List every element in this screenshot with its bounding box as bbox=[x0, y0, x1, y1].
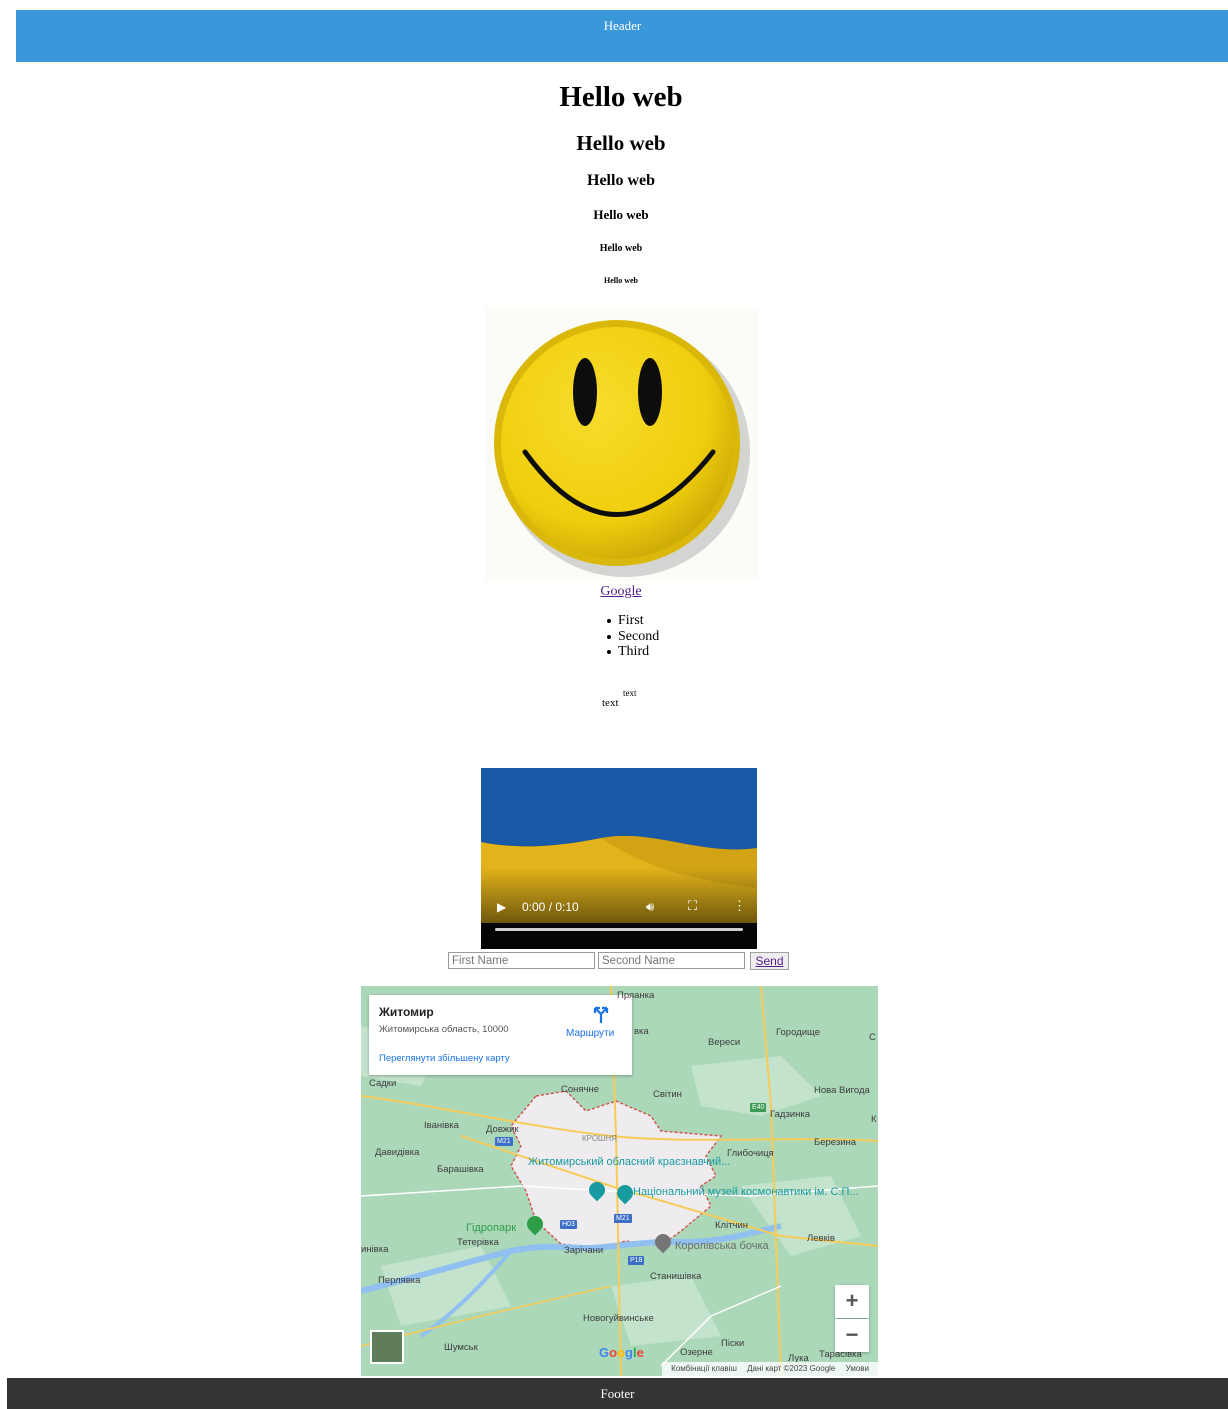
list-item: Third bbox=[605, 644, 659, 660]
map-label-klitchyn: Клітчин bbox=[715, 1220, 749, 1231]
map-label-davydivka: Давидівка bbox=[375, 1147, 420, 1158]
road-sign-h03: H03 bbox=[560, 1220, 577, 1229]
zoom-out-button[interactable]: − bbox=[835, 1319, 869, 1352]
video-time: 0:00 / 0:10 bbox=[522, 900, 579, 914]
map-label-sadky: Садки bbox=[369, 1078, 397, 1089]
road-sign-m21: M21 bbox=[495, 1137, 513, 1146]
place-address: Житомирська область, 10000 bbox=[379, 1024, 509, 1035]
map-label-perliavka: Перлявка bbox=[378, 1275, 421, 1286]
terms-link[interactable]: Умови bbox=[846, 1364, 869, 1373]
map-info-card: Житомир Житомирська область, 10000 Перег… bbox=[369, 995, 632, 1075]
map-label-pryanka: Пряанка bbox=[617, 990, 655, 1001]
heading-6: Hello web bbox=[604, 276, 638, 285]
google-link[interactable]: Google bbox=[600, 584, 641, 599]
map-label-levkiv: Левків bbox=[807, 1233, 835, 1244]
bullet-list: First Second Third bbox=[605, 613, 659, 660]
poi-park[interactable]: Гідропарк bbox=[466, 1223, 516, 1234]
first-name-field[interactable] bbox=[448, 952, 595, 969]
road-sign-e40: E40 bbox=[750, 1103, 767, 1112]
map-label-hadzynka: Гадзинка bbox=[770, 1109, 810, 1120]
map-label-berezyna: Березина bbox=[814, 1137, 857, 1148]
base-text: text bbox=[602, 697, 619, 709]
road-sign-m21: M21 bbox=[614, 1214, 632, 1223]
map-label-ozerne: Озерне bbox=[680, 1347, 713, 1358]
poi-brewery[interactable]: Королівська бочка bbox=[675, 1241, 769, 1252]
larger-map-link[interactable]: Переглянути збільшену карту bbox=[379, 1053, 510, 1064]
map-label-teterivka: Тетерівка bbox=[457, 1237, 499, 1248]
map-label-kroshnia: КРОШНЯ bbox=[582, 1134, 617, 1143]
map-label-dovzhyk: Довжик bbox=[486, 1124, 519, 1135]
fullscreen-icon[interactable]: ⛶ bbox=[688, 898, 697, 914]
directions-icon[interactable] bbox=[591, 1005, 611, 1023]
map-label-pisky: Піски bbox=[721, 1338, 745, 1349]
map-label-k: К bbox=[871, 1114, 877, 1125]
map-label-shumsk: Шумськ bbox=[444, 1342, 478, 1353]
map-label-vka: вка bbox=[634, 1026, 649, 1037]
poi-space-museum[interactable]: Національний музей космонавтики ім. С.П.… bbox=[633, 1187, 859, 1198]
map-label-ynivka: инівка bbox=[361, 1244, 389, 1255]
satellite-toggle[interactable] bbox=[370, 1330, 404, 1364]
heading-5: Hello web bbox=[599, 243, 643, 254]
list-item: First bbox=[605, 613, 659, 629]
road-sign-p18: P18 bbox=[628, 1256, 645, 1265]
map-label-ivanivka: Іванівка bbox=[424, 1120, 459, 1131]
map-embed[interactable]: Житомир Житомирська область, 10000 Перег… bbox=[361, 986, 878, 1376]
smiley-image bbox=[485, 307, 759, 581]
page-footer: Footer bbox=[7, 1378, 1228, 1409]
send-button[interactable]: Send bbox=[750, 952, 789, 970]
video-player[interactable] bbox=[481, 768, 757, 949]
heading-2: Hello web bbox=[576, 131, 666, 155]
directions-label[interactable]: Маршрути bbox=[566, 1028, 614, 1039]
map-label-soniachne: Сонячне bbox=[561, 1084, 600, 1095]
heading-1: Hello web bbox=[559, 81, 683, 113]
map-label-veresy: Вереси bbox=[708, 1037, 741, 1048]
map-label-barashivka: Барашівка bbox=[437, 1164, 484, 1175]
map-label-nova-vyhoda: Нова Вигода bbox=[814, 1085, 870, 1096]
map-label-horodyshche: Городище bbox=[776, 1027, 820, 1038]
second-name-field[interactable] bbox=[598, 952, 745, 969]
google-logo: Google bbox=[599, 1345, 644, 1360]
map-data-text: Дані карт ©2023 Google bbox=[747, 1364, 836, 1373]
more-options-icon[interactable]: ⋮ bbox=[733, 898, 746, 914]
map-label-stanyshivka: Станишівка bbox=[650, 1271, 702, 1282]
heading-4: Hello web bbox=[593, 207, 649, 222]
map-label-novohuivynske: Новогуйвинське bbox=[583, 1313, 654, 1324]
map-attribution: Комбінації клавіш Дані карт ©2023 Google… bbox=[662, 1362, 878, 1376]
place-title: Житомир bbox=[379, 1005, 434, 1019]
poi-regional-museum[interactable]: Житомирський обласний краєзнавчий... bbox=[528, 1157, 730, 1168]
play-icon[interactable]: ▶ bbox=[497, 900, 506, 914]
volume-icon[interactable]: 🔊︎ bbox=[646, 899, 654, 915]
superscript-text: text bbox=[623, 688, 637, 698]
map-label-hlybochytsia: Глибочиця bbox=[727, 1148, 774, 1159]
map-label-svitin: Світин bbox=[653, 1089, 682, 1100]
list-item: Second bbox=[605, 629, 659, 645]
video-progress-bar[interactable] bbox=[495, 928, 743, 931]
map-label-zarichani: Зарічани bbox=[564, 1245, 604, 1256]
page-header: Header bbox=[16, 10, 1228, 62]
keyboard-shortcuts-link[interactable]: Комбінації клавіш bbox=[671, 1364, 737, 1373]
map-label-c: С bbox=[869, 1032, 876, 1043]
heading-3: Hello web bbox=[587, 172, 655, 189]
zoom-in-button[interactable]: + bbox=[835, 1285, 869, 1318]
